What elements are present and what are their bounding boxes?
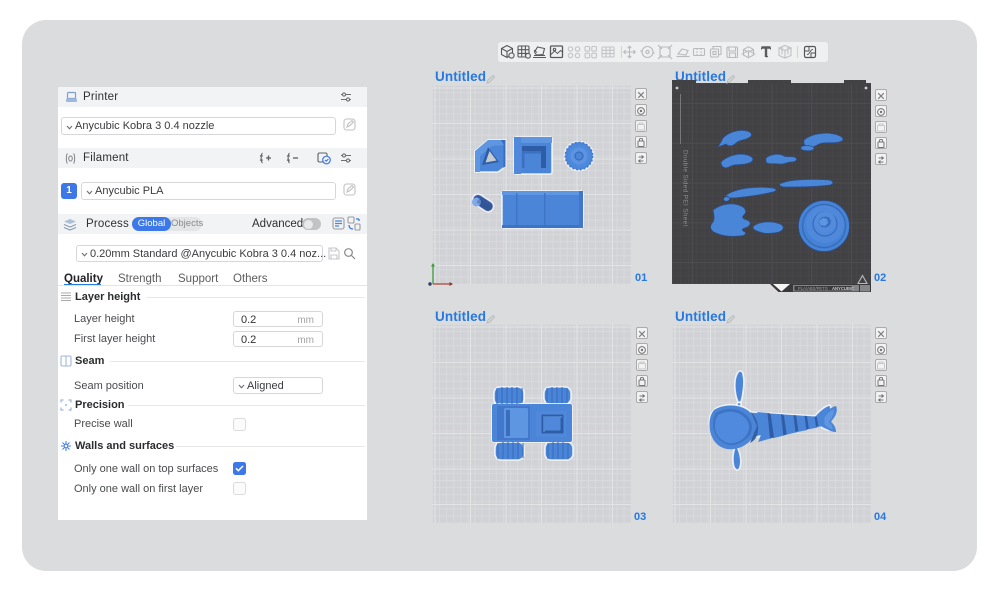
svg-text:ANYCUBIC: ANYCUBIC <box>832 286 854 291</box>
svg-text:PLA/ABS/PETG: PLA/ABS/PETG <box>798 286 828 291</box>
